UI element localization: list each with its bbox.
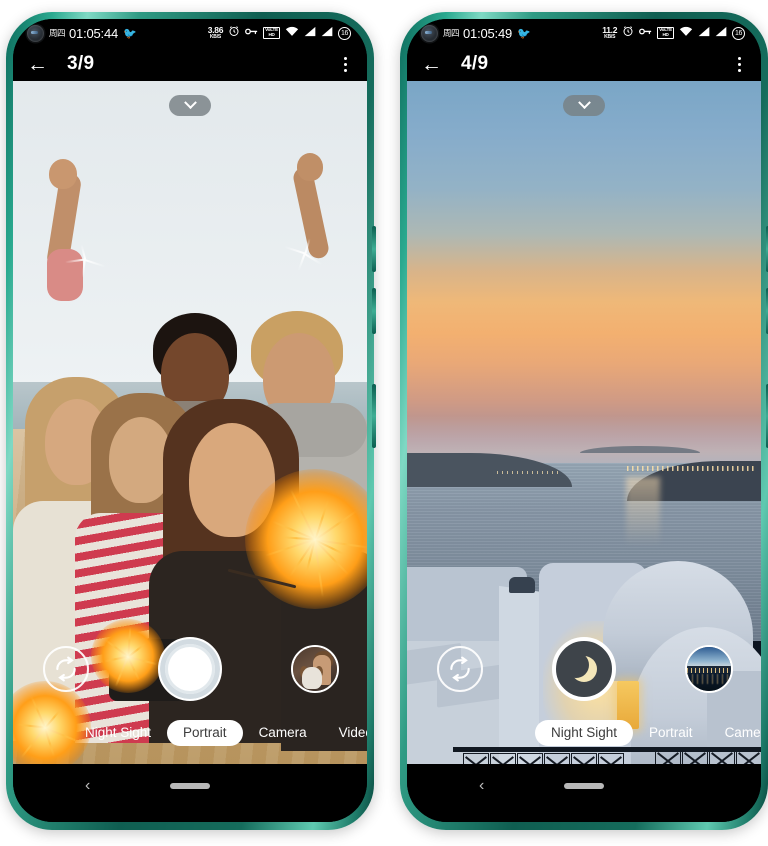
power-button[interactable] bbox=[372, 384, 376, 448]
signal-bars-icon-3 bbox=[698, 26, 710, 41]
nav-back-button-2[interactable]: ‹ bbox=[479, 778, 484, 794]
front-camera-punch-hole-2 bbox=[421, 24, 438, 42]
weekday-label-2: 周四 bbox=[443, 28, 460, 38]
gallery-thumbnail-button[interactable] bbox=[291, 645, 339, 693]
camera-viewfinder-2[interactable]: Night Sight Portrait Camera bbox=[407, 81, 761, 764]
raised-hand bbox=[49, 159, 77, 189]
switch-camera-button-2[interactable] bbox=[437, 646, 483, 692]
camera-viewfinder[interactable]: Night Sight Portrait Camera Video bbox=[13, 81, 367, 764]
back-button[interactable]: ← bbox=[27, 54, 53, 75]
crescent-moon-icon bbox=[571, 656, 597, 682]
mode-video[interactable]: Video bbox=[323, 720, 367, 746]
volume-down-button[interactable] bbox=[372, 288, 376, 334]
phone-device-right: 周四 01:05:49 🐦 11.2 KB/S VoLTE HD 16 ← 4/… bbox=[400, 12, 768, 830]
mode-selector-2[interactable]: Night Sight Portrait Camera bbox=[407, 718, 761, 748]
phone-screen-left: 周四 01:05:44 🐦 3.86 KB/S VoLTE HD 16 ← 3/… bbox=[13, 19, 367, 822]
system-nav-bar-2: ‹ bbox=[407, 764, 761, 808]
shutter-button[interactable] bbox=[158, 637, 222, 701]
chimney-cap bbox=[509, 577, 535, 593]
switch-camera-button[interactable] bbox=[43, 646, 89, 692]
distant-town-lights bbox=[627, 465, 755, 471]
volte-hd-icon: VoLTE HD bbox=[263, 26, 280, 40]
vpn-key-icon-2 bbox=[639, 26, 652, 41]
mode-track-2: Night Sight Portrait Camera bbox=[407, 720, 761, 746]
thumb-dog bbox=[302, 667, 322, 689]
gallery-thumbnail-button-2[interactable] bbox=[685, 645, 733, 693]
nav-back-button[interactable]: ‹ bbox=[85, 778, 90, 794]
home-indicator[interactable] bbox=[170, 783, 210, 789]
shoreline-lights bbox=[497, 470, 561, 474]
bird-icon: 🐦 bbox=[123, 27, 137, 40]
system-nav-bar: ‹ bbox=[13, 764, 367, 808]
back-button-2[interactable]: ← bbox=[421, 54, 447, 75]
mode-night-sight-2[interactable]: Night Sight bbox=[535, 720, 634, 746]
page-title: 3/9 bbox=[67, 53, 95, 74]
gallery-thumb-image bbox=[293, 647, 337, 691]
status-clock: 01:05:44 bbox=[69, 25, 119, 41]
status-bar-left-2: 周四 01:05:49 🐦 bbox=[421, 24, 602, 42]
status-bar-2: 周四 01:05:49 🐦 11.2 KB/S VoLTE HD 16 bbox=[407, 19, 761, 47]
weekday-label: 周四 bbox=[49, 28, 66, 38]
sparkler-rays-main bbox=[265, 489, 367, 598]
alarm-clock-icon-2 bbox=[622, 25, 634, 41]
wifi-icon-2 bbox=[679, 26, 693, 41]
chevron-down-pill[interactable] bbox=[169, 95, 211, 116]
camera-flip-icon-2 bbox=[450, 656, 470, 682]
app-header-2: ← 4/9 bbox=[407, 47, 761, 81]
phone-screen-right: 周四 01:05:49 🐦 11.2 KB/S VoLTE HD 16 ← 4/… bbox=[407, 19, 761, 822]
status-bar-left: 周四 01:05:44 🐦 bbox=[27, 24, 208, 42]
mode-camera[interactable]: Camera bbox=[243, 720, 323, 746]
chevron-down-icon bbox=[183, 96, 197, 110]
network-speed-unit: KB/S bbox=[209, 33, 222, 40]
bird-icon-2: 🐦 bbox=[517, 27, 531, 40]
status-bar-right: 3.86 KB/S VoLTE HD 16 bbox=[208, 25, 351, 41]
volume-up-button[interactable] bbox=[372, 226, 376, 272]
signal-bars-icon-2 bbox=[321, 26, 333, 41]
chevron-down-icon-2 bbox=[577, 96, 591, 110]
wifi-icon bbox=[285, 26, 299, 41]
gallery-thumb-image-2 bbox=[687, 647, 731, 691]
network-speed-indicator: 3.86 KB/S bbox=[208, 26, 224, 40]
status-clock-2: 01:05:49 bbox=[463, 25, 513, 41]
screenshot-stage: 周四 01:05:44 🐦 3.86 KB/S VoLTE HD 16 ← 3/… bbox=[0, 0, 768, 846]
balcony-railing bbox=[463, 753, 653, 764]
camera-controls bbox=[13, 637, 367, 704]
mode-selector[interactable]: Night Sight Portrait Camera Video bbox=[13, 718, 367, 748]
network-speed-unit-2: KB/S bbox=[604, 33, 616, 40]
signal-bars-icon-4 bbox=[715, 26, 727, 41]
spark-top-left bbox=[65, 239, 107, 279]
home-indicator-2[interactable] bbox=[564, 783, 604, 789]
front-camera-punch-hole bbox=[27, 24, 44, 42]
thumb-reflections bbox=[687, 674, 731, 684]
water-glint bbox=[626, 477, 661, 548]
volte-hd-icon-2: VoLTE HD bbox=[657, 26, 674, 40]
network-speed-indicator-2: 11.2 KB/S bbox=[602, 26, 617, 40]
battery-indicator: 16 bbox=[338, 26, 351, 40]
status-bar-right-2: 11.2 KB/S VoLTE HD 16 bbox=[602, 25, 745, 41]
signal-bars-icon bbox=[304, 26, 316, 41]
thumb-sky bbox=[687, 647, 731, 668]
spark-top-right bbox=[283, 233, 325, 273]
app-header: ← 3/9 bbox=[13, 47, 367, 81]
overflow-menu-icon[interactable] bbox=[340, 55, 351, 74]
camera-flip-icon bbox=[56, 656, 76, 682]
mode-night-sight[interactable]: Night Sight bbox=[69, 720, 167, 746]
vpn-key-icon bbox=[245, 26, 258, 41]
mode-track: Night Sight Portrait Camera Video bbox=[13, 720, 367, 746]
phone-device-left: 周四 01:05:44 🐦 3.86 KB/S VoLTE HD 16 ← 3/… bbox=[6, 12, 376, 830]
shutter-button-2[interactable] bbox=[552, 637, 616, 701]
alarm-clock-icon bbox=[228, 25, 240, 41]
chevron-down-pill-2[interactable] bbox=[563, 95, 605, 116]
mode-portrait[interactable]: Portrait bbox=[167, 720, 243, 746]
battery-indicator-2: 16 bbox=[732, 26, 745, 40]
raised-hand-right bbox=[297, 153, 323, 181]
shutter-inner-ring bbox=[168, 647, 212, 691]
mode-camera-2[interactable]: Camera bbox=[709, 720, 761, 746]
status-bar: 周四 01:05:44 🐦 3.86 KB/S VoLTE HD 16 bbox=[13, 19, 367, 47]
overflow-menu-icon-2[interactable] bbox=[734, 55, 745, 74]
mode-portrait-2[interactable]: Portrait bbox=[633, 720, 709, 746]
sunset-sky-layer bbox=[407, 81, 761, 464]
camera-controls-2 bbox=[407, 637, 761, 704]
page-title-2: 4/9 bbox=[461, 53, 489, 74]
